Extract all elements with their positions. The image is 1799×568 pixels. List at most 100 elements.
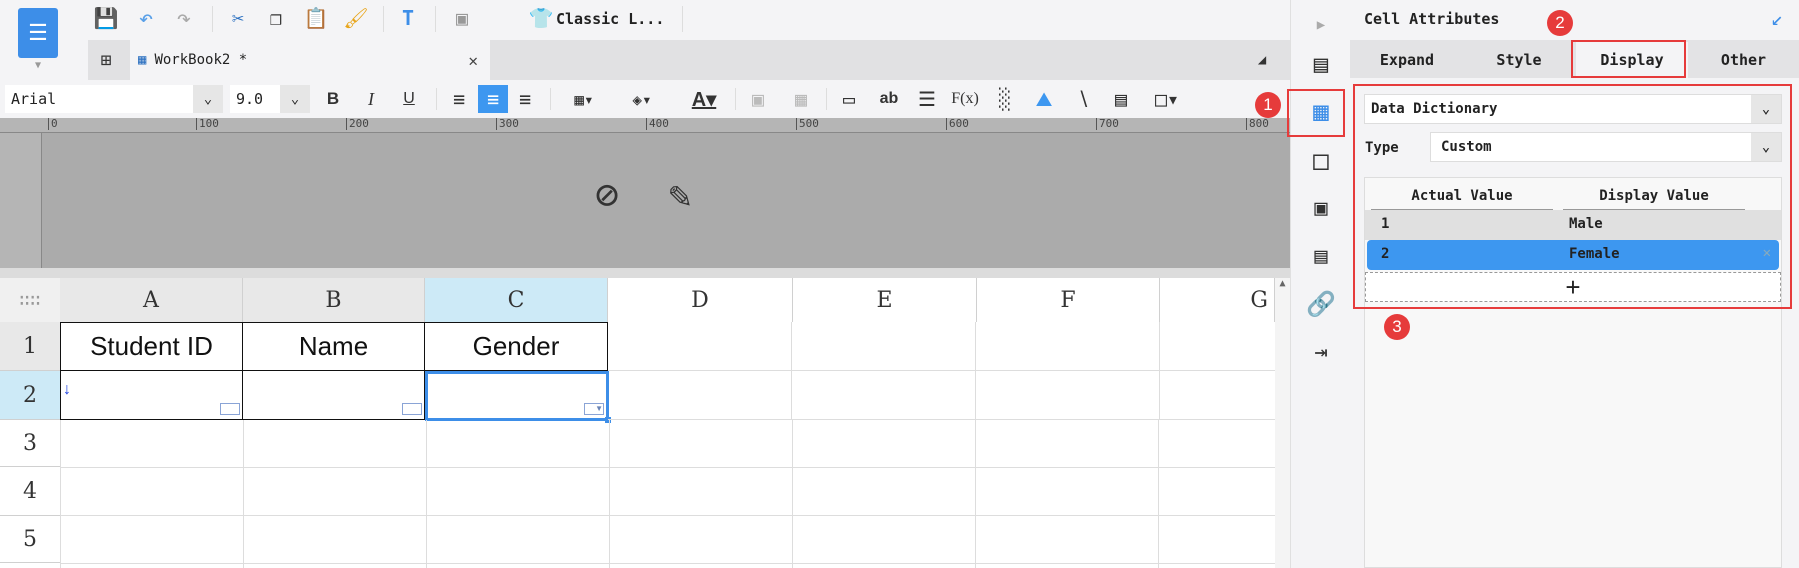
- main-toolbar: ☰ ▼ 💾 ↶ ↷ ✂ ❐ 📋 🖌 T ▣ 👕 Classic L...: [0, 0, 1290, 71]
- row-header-2[interactable]: 2: [0, 371, 60, 420]
- row-header-4[interactable]: 4: [0, 467, 60, 516]
- ruler-tick: 200: [346, 118, 369, 130]
- theme-selector[interactable]: Classic L...: [556, 10, 664, 28]
- image-icon[interactable]: ⛰: [1030, 85, 1058, 113]
- close-tab-icon[interactable]: ✕: [468, 51, 478, 70]
- widget-settings-icon[interactable]: ▣: [1305, 192, 1337, 224]
- align-right-icon[interactable]: ≡: [512, 85, 538, 113]
- sub-report-icon[interactable]: ▤: [1108, 85, 1134, 113]
- ruler-tick: 700: [1096, 118, 1119, 130]
- column-header-f[interactable]: F: [977, 278, 1160, 322]
- cell-b1[interactable]: Name: [243, 322, 425, 371]
- cut-icon[interactable]: ✂: [224, 4, 252, 32]
- tab-workbook2[interactable]: ▦ WorkBook2 * ✕: [130, 40, 490, 80]
- chart-icon[interactable]: ░: [992, 85, 1018, 113]
- ruler-tick: 400: [646, 118, 669, 130]
- font-size-value: 9.0: [236, 90, 264, 108]
- text-icon[interactable]: ab: [874, 85, 904, 113]
- tab-bar: ⊞ ▦ WorkBook2 * ✕ ◢: [88, 40, 1290, 80]
- bold-icon[interactable]: B: [320, 85, 346, 113]
- cell-a1[interactable]: Student ID: [60, 322, 243, 371]
- page-header-area: 0 100 200 300 400 500 600 700 800 ⊘ ✎: [0, 118, 1290, 268]
- font-family-select[interactable]: Arial ⌄: [5, 85, 223, 113]
- vertical-scrollbar[interactable]: ▲: [1275, 278, 1290, 568]
- column-header-g[interactable]: G: [1160, 278, 1275, 322]
- select-all-icon[interactable]: ∷∷: [0, 278, 60, 322]
- edit-pencil-icon[interactable]: ✎: [655, 170, 705, 220]
- cell-element-icon[interactable]: ▤: [1305, 48, 1337, 80]
- italic-icon[interactable]: I: [358, 85, 384, 113]
- slash-icon[interactable]: ∖: [1070, 85, 1096, 113]
- preview-disabled-icon: ▣: [455, 6, 469, 30]
- annotation-box-3: [1353, 84, 1792, 309]
- copy-icon[interactable]: ❐: [262, 4, 290, 32]
- app-menu-chevron-icon[interactable]: ▼: [28, 58, 48, 72]
- cell-c1[interactable]: Gender: [425, 322, 608, 371]
- new-workbook-icon[interactable]: ⊞: [92, 46, 120, 74]
- hyperlink-icon[interactable]: 🔗: [1305, 288, 1337, 320]
- dock-arrow-icon[interactable]: ↙: [1771, 6, 1783, 30]
- column-header-c[interactable]: C: [425, 278, 608, 322]
- tab-menu-icon[interactable]: ◢: [1248, 46, 1276, 74]
- row-header-3[interactable]: 3: [0, 420, 60, 467]
- template-preview-icon[interactable]: T: [394, 4, 422, 32]
- cell-c2-selected[interactable]: ▼: [425, 371, 611, 423]
- format-toolbar: Arial ⌄ 9.0 ⌄ B I U ≡ ≡ ≡ ▦▾ ◈▾ A▾ ▣ ▦ ▭ a…: [0, 80, 1290, 118]
- condition-attributes-icon[interactable]: ▤: [1305, 240, 1337, 272]
- annotation-badge-2: 2: [1547, 10, 1573, 36]
- expand-down-icon: ↓: [63, 381, 71, 398]
- workbook-icon: ▦: [138, 52, 147, 68]
- cell-b2[interactable]: [243, 371, 425, 420]
- app-logo-icon[interactable]: ☰: [18, 8, 58, 58]
- widget-marker-icon: [402, 403, 422, 415]
- fill-color-icon[interactable]: ◈▾: [618, 85, 666, 113]
- formula-icon[interactable]: F(x): [950, 85, 980, 113]
- annotation-badge-3: 3: [1384, 314, 1410, 340]
- row-header-5[interactable]: 5: [0, 516, 60, 563]
- font-size-select[interactable]: 9.0 ⌄: [230, 85, 310, 113]
- row-header-1[interactable]: 1: [0, 322, 60, 371]
- font-family-value: Arial: [11, 90, 57, 108]
- tab-expand[interactable]: Expand: [1352, 42, 1462, 78]
- font-color-icon[interactable]: A▾: [680, 85, 728, 113]
- ruler-tick: 800: [1246, 118, 1269, 130]
- cell-a2[interactable]: ↓: [60, 371, 243, 420]
- tab-other[interactable]: Other: [1690, 42, 1797, 78]
- panel-title: Cell Attributes: [1364, 10, 1500, 28]
- underline-icon[interactable]: U: [396, 85, 422, 113]
- align-center-icon[interactable]: ≡: [478, 85, 508, 113]
- save-icon[interactable]: 💾: [92, 4, 120, 32]
- border-icon[interactable]: ▦▾: [560, 85, 608, 113]
- cell-border-icon[interactable]: □▾: [1145, 85, 1189, 113]
- align-left-icon[interactable]: ≡: [446, 85, 472, 113]
- hide-eye-icon[interactable]: ⊘: [582, 170, 632, 220]
- data-entry-icon[interactable]: ⇥: [1305, 336, 1337, 368]
- column-header-d[interactable]: D: [608, 278, 793, 322]
- merge-cells-icon: ▣: [751, 87, 765, 111]
- annotation-box-2: [1571, 40, 1686, 78]
- paste-icon[interactable]: 📋: [302, 4, 330, 32]
- column-header-b[interactable]: B: [243, 278, 425, 322]
- rich-text-icon[interactable]: ☰: [914, 85, 940, 113]
- ruler-tick: 0: [48, 118, 58, 130]
- column-header-e[interactable]: E: [793, 278, 977, 322]
- redo-icon[interactable]: ↷: [170, 4, 198, 32]
- dropdown-marker-icon: ▼: [584, 403, 604, 415]
- empty-cells[interactable]: [60, 420, 1275, 568]
- ruler-tick: 100: [196, 118, 219, 130]
- chevron-down-icon: ⌄: [193, 85, 223, 113]
- tab-label: WorkBook2 *: [154, 52, 248, 68]
- format-painter-icon[interactable]: 🖌: [342, 4, 370, 32]
- empty-cells[interactable]: [608, 322, 1275, 420]
- vertical-ruler: [0, 133, 42, 268]
- ruler-tick: 500: [796, 118, 819, 130]
- collapse-arrow-icon[interactable]: ▶: [1307, 12, 1335, 38]
- theme-icon[interactable]: 👕: [528, 4, 554, 32]
- undo-icon[interactable]: ↶: [132, 4, 160, 32]
- widget-icon[interactable]: ▭: [836, 85, 862, 113]
- annotation-box-1: [1287, 89, 1345, 137]
- tab-style[interactable]: Style: [1464, 42, 1574, 78]
- spreadsheet-grid: ∷∷ A B C D E F G ▲ 1 2 3 4 5 Student ID …: [0, 278, 1290, 568]
- cell-style-icon[interactable]: □: [1305, 145, 1337, 177]
- column-header-a[interactable]: A: [60, 278, 243, 322]
